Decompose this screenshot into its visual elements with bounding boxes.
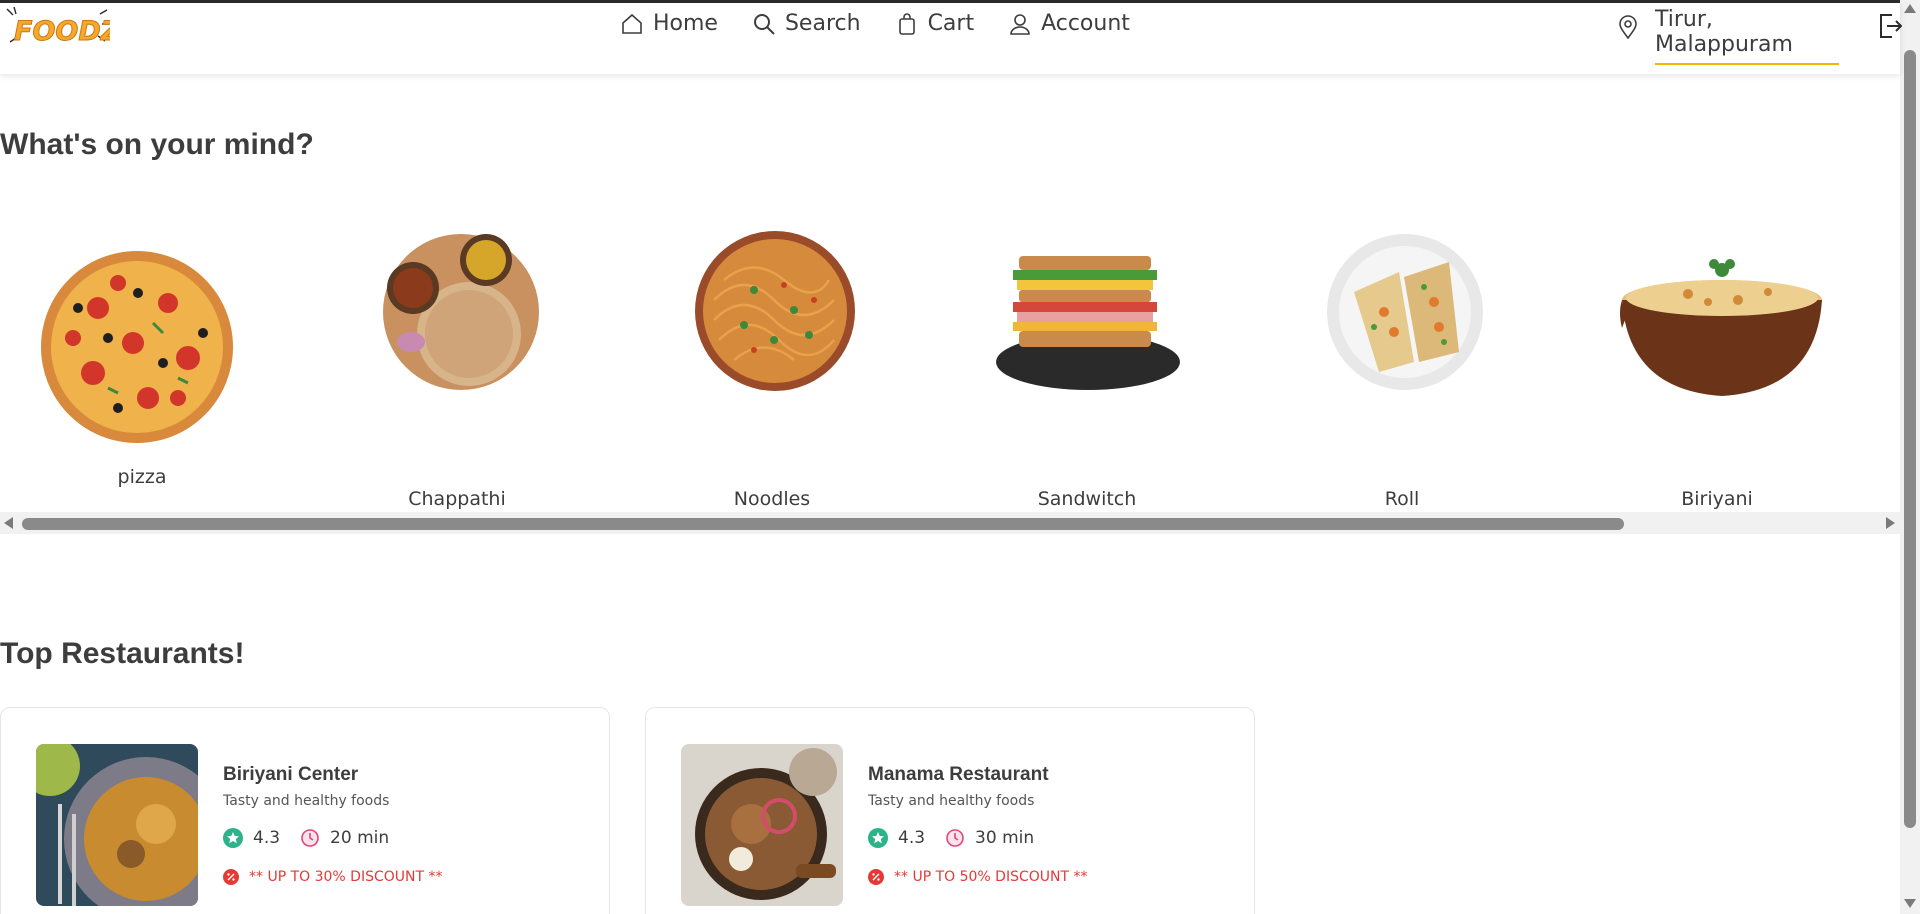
restaurant-discount: ** UP TO 50% DISCOUNT ** bbox=[868, 869, 1088, 885]
restaurant-delivery-time: 20 min bbox=[330, 828, 390, 848]
category-sandwitch[interactable]: Sandwitch bbox=[937, 230, 1237, 510]
pizza-image bbox=[41, 251, 233, 443]
search-icon bbox=[753, 13, 775, 35]
noodles-image bbox=[695, 231, 855, 391]
cart-icon bbox=[898, 12, 915, 35]
category-label: Biriyani bbox=[1681, 488, 1753, 510]
categories-horizontal-scrollbar[interactable] bbox=[0, 512, 1900, 534]
clock-icon bbox=[946, 829, 964, 847]
nav-search[interactable]: Search bbox=[752, 11, 861, 36]
home-icon bbox=[622, 13, 642, 34]
category-chappathi[interactable]: Chappathi bbox=[307, 230, 607, 510]
nav-home[interactable]: Home bbox=[620, 11, 718, 36]
nav-account-label: Account bbox=[1041, 11, 1130, 36]
scroll-down-arrow-icon[interactable] bbox=[1904, 899, 1916, 908]
roll-image bbox=[1327, 234, 1483, 390]
logout-icon[interactable] bbox=[1878, 13, 1902, 39]
restaurants-title: Top Restaurants! bbox=[0, 637, 245, 670]
restaurant-delivery-time: 30 min bbox=[975, 828, 1035, 848]
nav-account[interactable]: Account bbox=[1008, 11, 1130, 36]
scroll-left-arrow-icon[interactable] bbox=[4, 517, 13, 529]
category-roll[interactable]: Roll bbox=[1252, 230, 1552, 510]
sandwitch-image bbox=[996, 256, 1180, 390]
category-biriyani[interactable]: Biriyani bbox=[1567, 230, 1867, 510]
restaurant-description: Tasty and healthy foods bbox=[868, 793, 1035, 809]
restaurant-meta: 4.3 20 min bbox=[223, 828, 389, 848]
category-label: Chappathi bbox=[408, 488, 506, 510]
main-nav: Home Search Cart Account bbox=[620, 11, 1164, 36]
scroll-right-arrow-icon[interactable] bbox=[1886, 517, 1895, 529]
page-vertical-scrollbar[interactable] bbox=[1900, 0, 1920, 914]
location-selector[interactable]: Tirur, Malappuram bbox=[1617, 7, 1839, 65]
restaurant-rating: 4.3 bbox=[898, 828, 926, 848]
vertical-scroll-thumb[interactable] bbox=[1904, 50, 1916, 828]
star-rating-icon bbox=[868, 828, 888, 848]
top-navbar: FOODZ Home Search Cart Account Tirur, Ma… bbox=[0, 3, 1902, 74]
horizontal-scroll-thumb[interactable] bbox=[22, 518, 1624, 530]
biriyani-image bbox=[1620, 259, 1822, 396]
category-noodles[interactable]: Noodles bbox=[622, 230, 922, 510]
discount-text: ** UP TO 50% DISCOUNT ** bbox=[894, 869, 1088, 885]
restaurant-description: Tasty and healthy foods bbox=[223, 793, 390, 809]
restaurant-image bbox=[36, 744, 198, 906]
nav-cart-label: Cart bbox=[927, 11, 975, 36]
logo-text: FOODZ bbox=[14, 16, 110, 47]
category-pizza[interactable]: pizza bbox=[0, 238, 292, 498]
restaurant-card[interactable]: Manama Restaurant Tasty and healthy food… bbox=[645, 707, 1255, 914]
scroll-up-arrow-icon[interactable] bbox=[1904, 4, 1916, 13]
category-label: pizza bbox=[117, 466, 167, 488]
restaurant-discount: ** UP TO 30% DISCOUNT ** bbox=[223, 869, 443, 885]
account-icon bbox=[1010, 13, 1030, 35]
nav-search-label: Search bbox=[784, 11, 861, 36]
chappathi-image bbox=[383, 234, 539, 390]
restaurant-card[interactable]: Biriyani Center Tasty and healthy foods … bbox=[0, 707, 610, 914]
restaurant-rating: 4.3 bbox=[253, 828, 281, 848]
location-text: Tirur, Malappuram bbox=[1655, 7, 1839, 65]
discount-icon bbox=[223, 869, 239, 885]
restaurant-name: Biriyani Center bbox=[223, 764, 359, 785]
location-pin-icon bbox=[1619, 15, 1637, 39]
nav-home-label: Home bbox=[653, 11, 718, 36]
discount-text: ** UP TO 30% DISCOUNT ** bbox=[249, 869, 443, 885]
restaurant-image bbox=[681, 744, 843, 906]
category-label: Sandwitch bbox=[1037, 488, 1137, 510]
category-label: Noodles bbox=[733, 488, 811, 510]
clock-icon bbox=[301, 829, 319, 847]
categories-title: What's on your mind? bbox=[0, 128, 314, 161]
restaurant-name: Manama Restaurant bbox=[868, 764, 1049, 785]
category-label: Roll bbox=[1384, 488, 1420, 510]
foodz-logo[interactable]: FOODZ bbox=[4, 6, 110, 50]
nav-cart[interactable]: Cart bbox=[895, 11, 975, 36]
restaurant-meta: 4.3 30 min bbox=[868, 828, 1034, 848]
star-rating-icon bbox=[223, 828, 243, 848]
discount-icon bbox=[868, 869, 884, 885]
